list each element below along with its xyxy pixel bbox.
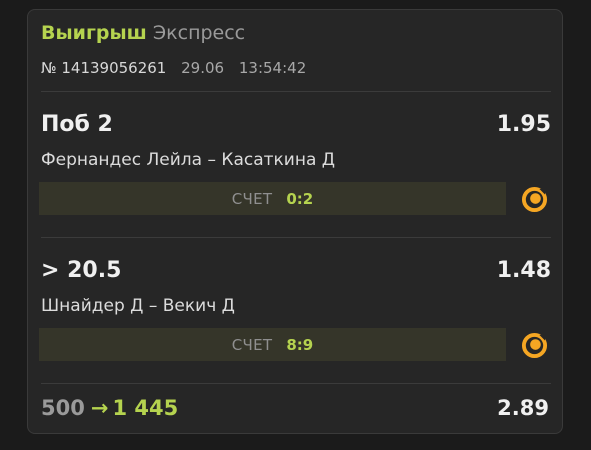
bet-pick: Поб 2 [41,112,113,137]
bet-number: № 14139056261 [41,59,167,77]
event-name: Шнайдер Д – Векич Д [41,296,235,316]
bet-item[interactable]: > 20.5 1.48 Шнайдер Д – Векич Д СЧЕТ 8:9 [28,258,564,383]
bet-odds: 1.48 [496,258,551,283]
bet-title: Выигрыш Экспресс [41,22,245,44]
score-value: 0:2 [286,189,314,208]
bet-date: 29.06 [181,59,225,77]
arrow-right-icon: → [90,396,109,420]
bet-time: 13:54:42 [238,59,307,77]
score-bar: СЧЕТ 0:2 [39,182,506,215]
divider [41,237,551,238]
stake-payout: 500 → 1 445 [41,396,178,420]
score-label: СЧЕТ [231,335,273,354]
score-bar: СЧЕТ 8:9 [39,328,506,361]
bet-odds: 1.95 [496,112,551,137]
bet-card[interactable]: Выигрыш Экспресс № 14139056261 29.06 13:5… [27,9,563,434]
bet-pick: > 20.5 [41,258,122,283]
score-value: 8:9 [286,335,314,354]
payout-amount: 1 445 [112,396,179,420]
total-odds: 2.89 [497,396,549,420]
bet-status: Выигрыш [41,22,147,44]
bet-meta: № 14139056261 29.06 13:54:42 [41,59,306,77]
bet-type: Экспресс [152,22,246,44]
bet-item[interactable]: Поб 2 1.95 Фернандес Лейла – Касаткина Д… [28,112,564,237]
live-status-icon [521,332,548,359]
score-label: СЧЕТ [231,189,273,208]
divider [41,383,551,384]
event-name: Фернандес Лейла – Касаткина Д [41,150,336,170]
live-status-icon [521,186,548,213]
stake-amount: 500 [41,396,85,420]
divider [41,91,551,92]
